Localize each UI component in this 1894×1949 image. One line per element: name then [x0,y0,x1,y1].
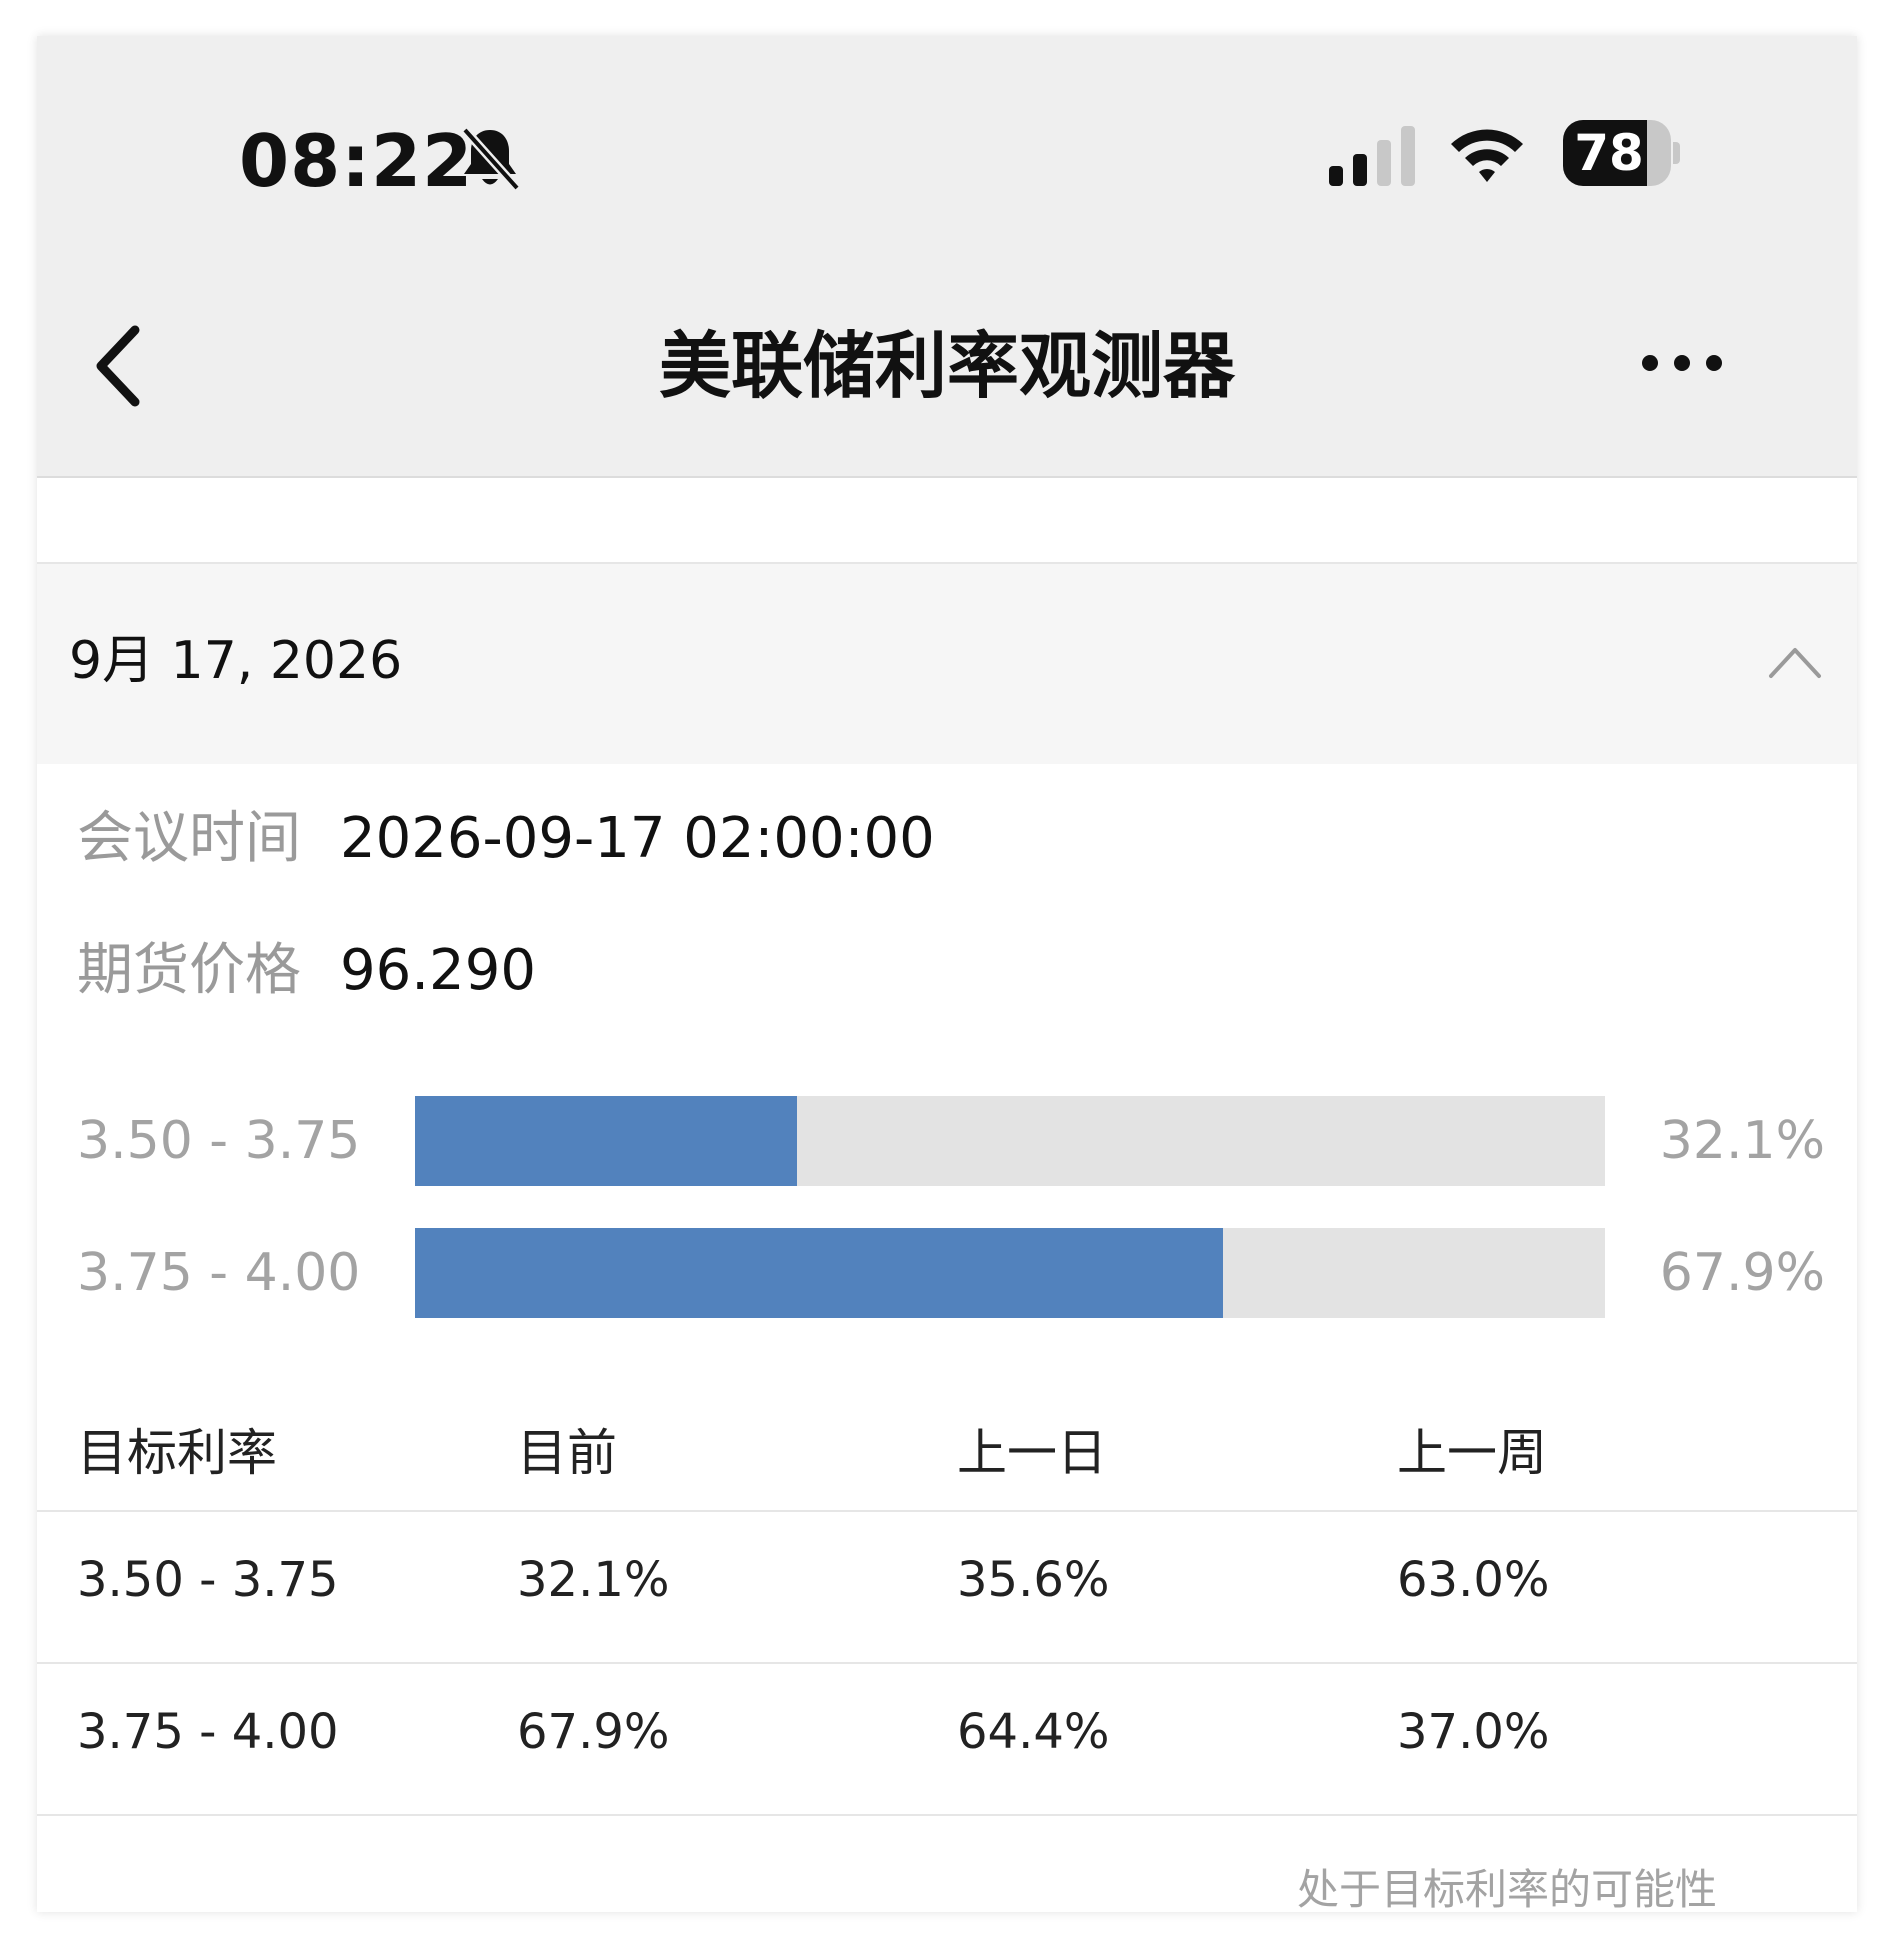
table-cell-previous-day: 35.6% [957,1552,1110,1608]
table-cell-current: 32.1% [517,1552,670,1608]
navigation-bar: 美联储利率观测器 [37,246,1857,478]
probability-bar-track [415,1228,1605,1318]
futures-price-value: 96.290 [340,938,536,1003]
page-title: 美联储利率观测器 [658,324,1235,408]
table-cell-previous-week: 37.0% [1397,1704,1550,1760]
bar-percent-label: 67.9% [1659,1243,1825,1303]
table-cell-previous-day: 64.4% [957,1704,1110,1760]
table-cell-previous-week: 63.0% [1397,1552,1550,1608]
battery-cap [1673,142,1680,164]
table-header-target-rate: 目标利率 [77,1424,277,1482]
battery-indicator: 78 [1563,120,1681,186]
table-header-previous-week: 上一周 [1397,1424,1547,1482]
bar-range-label: 3.50 - 3.75 [77,1111,361,1171]
bell-muted-icon [461,126,521,192]
footer-note: 处于目标利率的可能性 [1297,1865,1718,1912]
probability-bar-fill [415,1096,797,1186]
meeting-time-label: 会议时间 [77,806,301,871]
table-header-current: 目前 [517,1424,617,1482]
bar-range-label: 3.75 - 4.00 [77,1243,361,1303]
bar-percent-label: 32.1% [1659,1111,1825,1171]
chevron-up-icon[interactable] [1765,638,1825,682]
probability-bar-track [415,1096,1605,1186]
meeting-time-value: 2026-09-17 02:00:00 [340,806,935,871]
wifi-icon [1451,129,1523,182]
cellular-signal-icon [1329,126,1415,186]
table-divider [37,1510,1857,1512]
spacer-band [37,478,1857,564]
app-screen: 08:22 78 美联储利率观测器 9月 17, 2026 会议时间 2026-… [37,36,1857,1912]
status-time: 08:22 [239,119,474,203]
table-cell-current: 67.9% [517,1704,670,1760]
meeting-section-header[interactable]: 9月 17, 2026 [37,564,1857,764]
table-cell-target-rate: 3.75 - 4.00 [77,1704,339,1760]
table-divider [37,1814,1857,1816]
probability-bar-fill [415,1228,1223,1318]
table-divider [37,1662,1857,1664]
table-header-previous-day: 上一日 [957,1424,1107,1482]
meeting-date: 9月 17, 2026 [69,631,403,691]
futures-price-label: 期货价格 [77,938,301,1003]
battery-level: 78 [1574,124,1644,182]
status-bar: 08:22 78 [37,36,1857,246]
table-cell-target-rate: 3.50 - 3.75 [77,1552,339,1608]
more-options-button[interactable] [1637,338,1727,388]
